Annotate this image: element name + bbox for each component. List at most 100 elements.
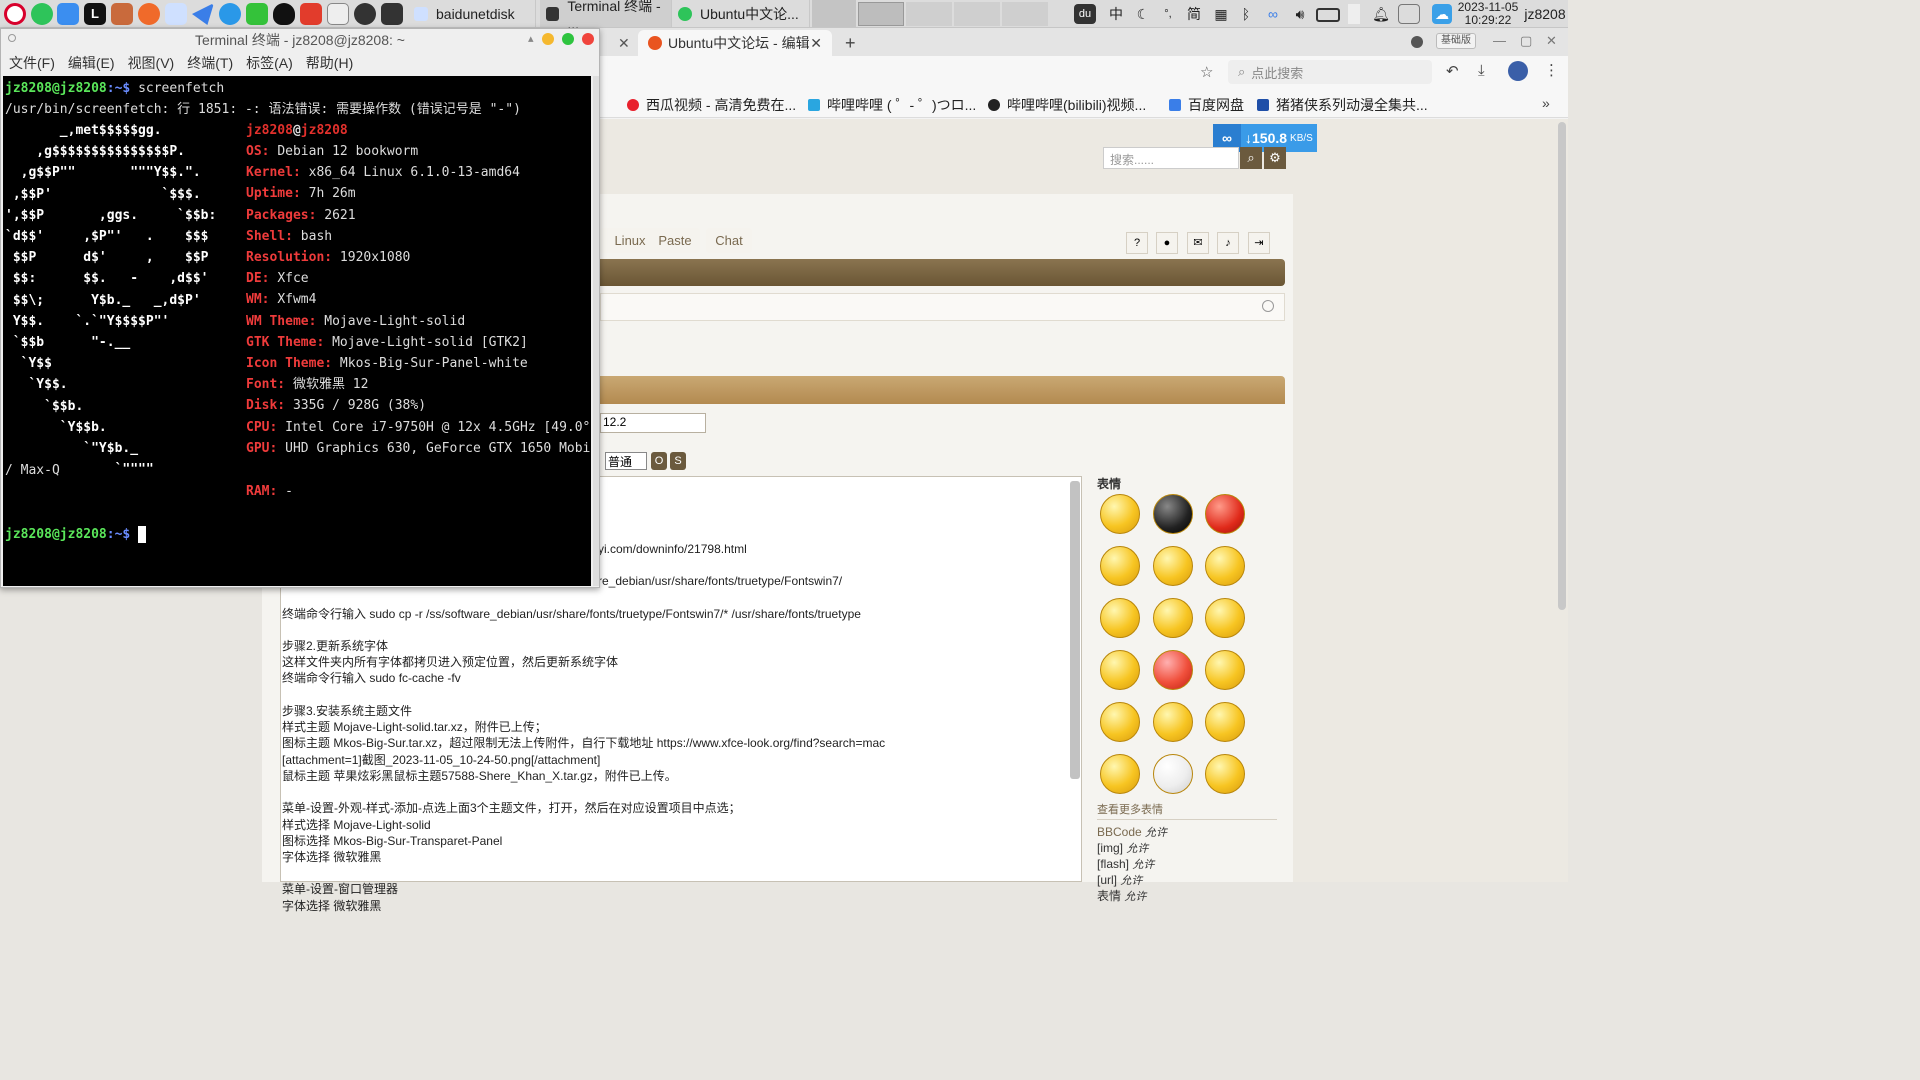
- page-scrollbar[interactable]: [1558, 122, 1566, 610]
- bbcode-o-button[interactable]: O: [651, 452, 667, 470]
- task-terminal[interactable]: Terminal 终端 - ...: [540, 0, 672, 32]
- smiley-icon[interactable]: [1205, 494, 1245, 534]
- smiley-icon[interactable]: [1100, 754, 1140, 794]
- smiley-icon[interactable]: [1153, 754, 1193, 794]
- inbox-icon[interactable]: ✉: [1187, 232, 1209, 254]
- bookmark-item[interactable]: 哔哩哔哩 ( ゜- ゜)つロ...: [808, 95, 976, 115]
- pdf-icon[interactable]: [300, 3, 322, 25]
- bookmark-item[interactable]: 百度网盘: [1169, 95, 1244, 115]
- telegram-icon[interactable]: [219, 3, 241, 25]
- editor-icon[interactable]: [327, 3, 349, 25]
- task-browser[interactable]: Ubuntu中文论...: [672, 0, 810, 27]
- baidu-input-icon[interactable]: du: [1074, 4, 1096, 24]
- bookmark-item[interactable]: 猪猪侠系列动漫全集共...: [1257, 95, 1428, 115]
- battery-icon[interactable]: [1316, 8, 1340, 22]
- screenshot-icon[interactable]: [111, 3, 133, 25]
- smiley-icon[interactable]: [1100, 494, 1140, 534]
- tab-close-icon[interactable]: ✕: [810, 35, 822, 52]
- window-menu-icon[interactable]: [8, 34, 16, 42]
- smiley-icon[interactable]: [1153, 546, 1193, 586]
- help-icon[interactable]: ?: [1126, 232, 1148, 254]
- new-tab-button[interactable]: +: [845, 30, 861, 56]
- menu-icon[interactable]: ⋮: [1544, 61, 1559, 79]
- bbcode-s-button[interactable]: S: [670, 452, 686, 470]
- logout-icon[interactable]: ⇥: [1248, 232, 1270, 254]
- forum-search-input[interactable]: 搜索......: [1103, 147, 1239, 169]
- menu-terminal[interactable]: 终端(T): [187, 53, 233, 73]
- forum-search-button[interactable]: ⌕: [1240, 147, 1262, 169]
- smiley-icon[interactable]: [1153, 494, 1193, 534]
- smiley-icon[interactable]: [1205, 702, 1245, 742]
- bluetooth-icon[interactable]: ᛒ: [1238, 4, 1254, 24]
- menu-edit[interactable]: 编辑(E): [68, 53, 115, 73]
- terminal-launcher-icon[interactable]: [381, 3, 403, 25]
- workspace-2[interactable]: [906, 2, 952, 26]
- browser-search-input[interactable]: ⌕ 点此搜索: [1228, 60, 1432, 84]
- simplified-mode[interactable]: 简: [1184, 4, 1204, 24]
- nav-tab-paste[interactable]: Paste: [650, 228, 700, 253]
- smiley-icon[interactable]: [1153, 598, 1193, 638]
- file-manager-icon[interactable]: [57, 3, 79, 25]
- minimize-icon[interactable]: —: [1493, 33, 1506, 48]
- smiley-icon[interactable]: [1205, 598, 1245, 638]
- grid-icon[interactable]: ▦: [1212, 4, 1230, 24]
- smiley-icon[interactable]: [1100, 702, 1140, 742]
- smiley-icon[interactable]: [1100, 546, 1140, 586]
- workspace-4[interactable]: [1002, 2, 1048, 26]
- wordpress-icon[interactable]: [354, 3, 376, 25]
- workspace-1[interactable]: [858, 2, 904, 26]
- advanced-search-icon[interactable]: ⚙: [1264, 147, 1286, 169]
- screenshot-tray-icon[interactable]: [1398, 4, 1420, 24]
- user-icon[interactable]: ●: [1156, 232, 1178, 254]
- terminal-scrollbar[interactable]: [593, 76, 599, 586]
- minimize-button[interactable]: [542, 33, 554, 45]
- qq-icon[interactable]: [273, 3, 295, 25]
- moon-icon[interactable]: ☾: [1134, 4, 1152, 24]
- smiley-icon[interactable]: [1100, 598, 1140, 638]
- menu-view[interactable]: 视图(V): [128, 53, 175, 73]
- more-bookmarks-icon[interactable]: »: [1542, 95, 1550, 111]
- maximize-icon[interactable]: ▢: [1520, 33, 1532, 49]
- maximize-button[interactable]: [562, 33, 574, 45]
- debian-menu-icon[interactable]: [4, 3, 26, 25]
- font-size-select[interactable]: 普通: [605, 452, 647, 470]
- notification-icon[interactable]: ♪: [1217, 232, 1239, 254]
- ime-mode[interactable]: 中: [1106, 4, 1126, 24]
- nav-tab-chat[interactable]: Chat: [706, 228, 752, 253]
- punct-mode[interactable]: °,: [1160, 4, 1176, 24]
- more-smilies-link[interactable]: 查看更多表情: [1097, 801, 1163, 817]
- wechat-icon[interactable]: [246, 3, 268, 25]
- bookmark-star-icon[interactable]: ☆: [1200, 63, 1213, 81]
- editor-scrollbar[interactable]: [1070, 481, 1080, 779]
- trash-icon[interactable]: [1348, 4, 1360, 24]
- smiley-icon[interactable]: [1205, 754, 1245, 794]
- notification-bell-icon[interactable]: 🔔︎: [1372, 4, 1390, 24]
- profile-avatar[interactable]: [1508, 61, 1528, 81]
- clock[interactable]: 2023-11-05 10:29:22: [1456, 1, 1520, 27]
- music-icon[interactable]: [138, 3, 160, 25]
- close-button[interactable]: [582, 33, 594, 45]
- smiley-icon[interactable]: [1205, 546, 1245, 586]
- menu-file[interactable]: 文件(F): [9, 53, 55, 73]
- smiley-icon[interactable]: [1205, 650, 1245, 690]
- edge-browser-icon[interactable]: [31, 3, 53, 25]
- tab-list-icon[interactable]: [1411, 36, 1423, 48]
- download-icon[interactable]: ⤓: [1478, 62, 1485, 79]
- shade-icon[interactable]: ▴: [528, 32, 534, 45]
- subject-input[interactable]: 12.2: [600, 413, 706, 433]
- launcher-icon[interactable]: L: [84, 3, 106, 25]
- volume-icon[interactable]: 🔊︎: [1290, 4, 1310, 24]
- undo-icon[interactable]: ↶: [1446, 62, 1459, 80]
- smiley-icon[interactable]: [1153, 702, 1193, 742]
- menu-help[interactable]: 帮助(H): [306, 53, 353, 73]
- close-window-icon[interactable]: ✕: [1546, 33, 1557, 49]
- bookmark-item[interactable]: 哔哩哔哩(bilibili)视频...: [988, 95, 1146, 115]
- bookmark-item[interactable]: 西瓜视频 - 高清免费在...: [627, 95, 796, 115]
- workspace-3[interactable]: [954, 2, 1000, 26]
- smiley-icon[interactable]: [1153, 650, 1193, 690]
- user-menu[interactable]: jz8208: [1522, 4, 1568, 24]
- weather-icon[interactable]: ☁: [1432, 4, 1452, 24]
- baidunetdisk-icon[interactable]: [165, 3, 187, 25]
- smiley-icon[interactable]: [1100, 650, 1140, 690]
- feishu-icon[interactable]: [192, 3, 214, 25]
